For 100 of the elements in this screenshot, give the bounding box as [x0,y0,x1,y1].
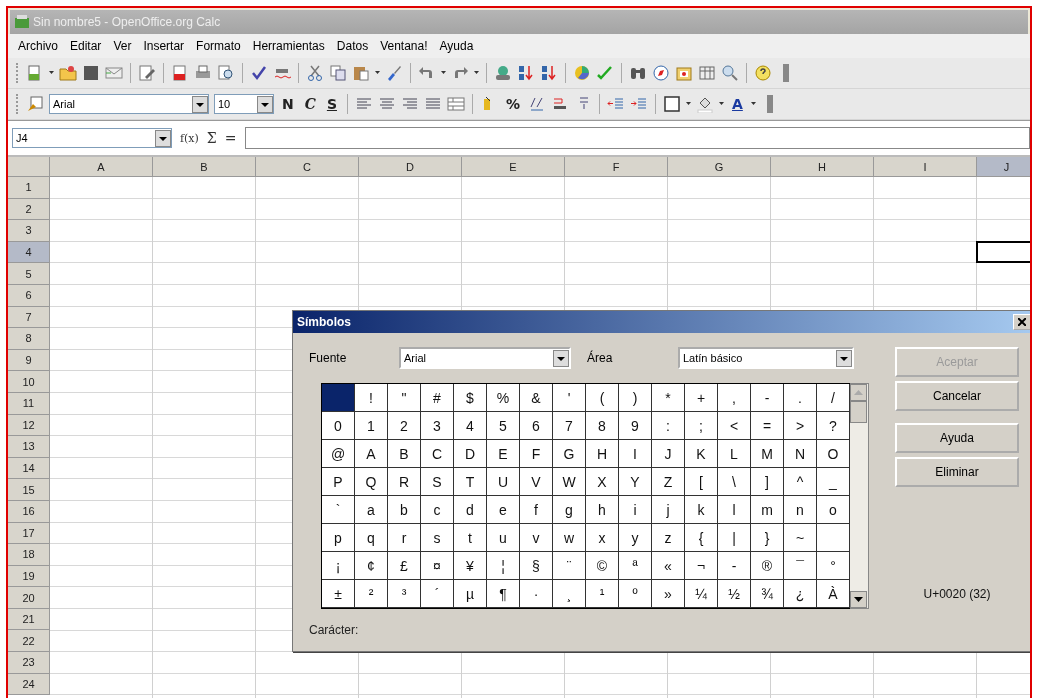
symbol-cell[interactable]: Z [652,468,685,496]
dropdown-arrow-icon[interactable] [49,71,54,75]
row-header[interactable]: 5 [8,263,50,285]
symbol-cell[interactable]: . [784,384,817,412]
row-header[interactable]: 2 [8,198,50,221]
symbol-cell[interactable]: " [388,384,421,412]
symbol-cell[interactable]: R [388,468,421,496]
symbol-cell[interactable]: t [454,524,487,552]
symbol-cell[interactable]: h [586,496,619,524]
symbol-cell[interactable]: [ [685,468,718,496]
column-header[interactable]: G [668,157,771,177]
symbol-cell[interactable]: ® [751,552,784,580]
row-header[interactable]: 12 [8,414,50,437]
scroll-down-icon[interactable] [850,591,867,608]
symbol-cell[interactable]: ¼ [685,580,718,608]
symbol-cell[interactable]: ! [355,384,388,412]
row-header[interactable]: 15 [8,479,50,501]
symbol-cell[interactable]: z [652,524,685,552]
symbol-cell[interactable]: ¹ [586,580,619,608]
pdf-document-icon[interactable] [171,64,189,82]
symbol-cell[interactable]: \ [718,468,751,496]
row-header[interactable]: 1 [8,177,50,199]
scissors-icon[interactable] [306,64,324,82]
symbol-cell[interactable]: A [355,440,388,468]
row-header[interactable]: 24 [8,673,50,696]
symbol-cell[interactable]: ¦ [487,552,520,580]
formula-button[interactable]: = [224,130,237,146]
font-style-icon[interactable] [26,95,44,113]
paste-icon[interactable] [352,64,370,82]
menu-item[interactable]: Insertar [143,39,185,53]
symbol-cell[interactable]: - [718,552,751,580]
symbol-cell[interactable]: D [454,440,487,468]
symbol-cell[interactable]: ' [553,384,586,412]
symbol-cell[interactable]: } [751,524,784,552]
symbol-cell[interactable]: a [355,496,388,524]
symbol-cell[interactable]: @ [322,440,355,468]
symbol-cell[interactable]: P [322,468,355,496]
dialog-button[interactable]: Eliminar [895,457,1019,487]
symbol-cell[interactable]: r [388,524,421,552]
symbol-cell[interactable]: ` [322,496,355,524]
symbol-cell[interactable]: ] [751,468,784,496]
dropdown-arrow-icon[interactable] [686,102,691,106]
symbol-cell[interactable]: l [718,496,751,524]
column-header[interactable]: F [565,157,668,177]
symbol-cell[interactable]: x [586,524,619,552]
percent-button[interactable]: % [502,93,523,115]
row-header[interactable]: 17 [8,522,50,545]
symbol-cell[interactable]: 8 [586,412,619,440]
text-style-button[interactable]: N [279,93,297,115]
row-header[interactable]: 22 [8,630,50,653]
symbol-cell[interactable]: ¶ [487,580,520,608]
symbol-cell[interactable]: > [784,412,817,440]
symbol-cell[interactable]: w [553,524,586,552]
symbol-cell[interactable]: © [586,552,619,580]
row-header[interactable]: 16 [8,500,50,523]
symbol-cell[interactable]: 6 [520,412,553,440]
symbol-cell[interactable]: - [751,384,784,412]
text-style-button[interactable]: C [301,93,319,115]
compass-icon[interactable] [652,64,670,82]
symbol-cell[interactable]: ¡ [322,552,355,580]
symbol-cell[interactable]: u [487,524,520,552]
row-header[interactable]: 4 [8,241,50,264]
symbol-cell[interactable]: ¬ [685,552,718,580]
column-header[interactable]: C [256,157,359,177]
font-size-field[interactable]: 10 [214,94,274,114]
area-dropdown[interactable]: Latín básico [678,347,854,369]
row-header[interactable]: 19 [8,565,50,588]
symbol-cell[interactable]: F [520,440,553,468]
column-header[interactable]: D [359,157,462,177]
symbol-cell[interactable]: + [685,384,718,412]
symbol-cell[interactable]: < [718,412,751,440]
edit-document-icon[interactable] [138,64,156,82]
symbol-cell[interactable]: n [784,496,817,524]
dropdown-button-icon[interactable] [192,95,208,113]
scrollbar[interactable] [850,383,869,609]
dropdown-arrow-icon[interactable] [719,102,724,106]
fill-bucket-icon[interactable] [696,95,714,113]
symbol-cell[interactable]: { [685,524,718,552]
symbol-cell[interactable]: : [652,412,685,440]
symbol-cell[interactable]: » [652,580,685,608]
symbol-cell[interactable]: ? [817,412,850,440]
dropdown-button-icon[interactable] [553,349,569,367]
column-header[interactable]: H [771,157,874,177]
menu-item[interactable]: Ver [113,39,132,53]
symbol-cell[interactable]: J [652,440,685,468]
gallery-icon[interactable] [675,64,693,82]
symbol-cell[interactable]: ¿ [784,580,817,608]
row-header[interactable]: 21 [8,608,50,631]
envelope-icon[interactable] [105,64,123,82]
menu-item[interactable]: Datos [336,39,369,53]
symbol-cell[interactable]: p [322,524,355,552]
symbol-cell[interactable]: Y [619,468,652,496]
dropdown-button-icon[interactable] [155,129,171,147]
symbol-cell[interactable]: ¨ [553,552,586,580]
symbol-cell[interactable]: ½ [718,580,751,608]
symbol-cell[interactable]: « [652,552,685,580]
font-color-button[interactable]: A [729,93,746,115]
column-header[interactable]: E [462,157,565,177]
symbol-cell[interactable]: s [421,524,454,552]
symbol-cell[interactable]: = [751,412,784,440]
